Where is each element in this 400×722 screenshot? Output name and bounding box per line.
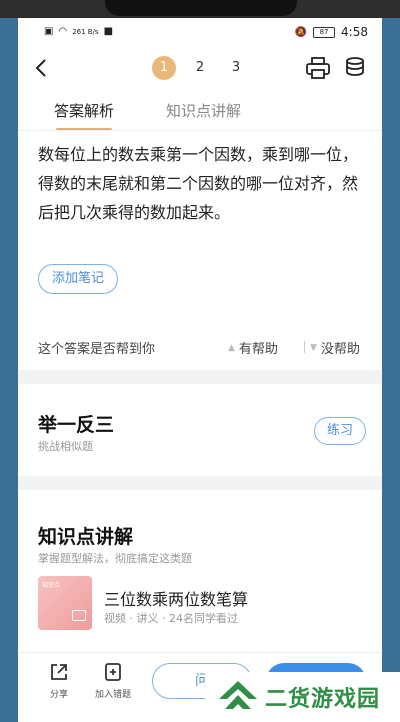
helpful-no-label: 没帮助 [320,342,360,357]
back-button[interactable] [30,54,54,82]
sim-icon: ▣ [44,26,54,37]
status-bar: ▣ ◠ 261 B/s ■ 🔕 87 4:58 [18,18,382,44]
video-title: 三位数乘两位数笔算 [104,590,249,609]
helpful-feedback-row: 这个答案是否帮到你 ▲ 有帮助 ▼ 没帮助 [38,338,368,358]
knowledge-section-subtitle: 掌握题型解法，彻底搞定这类题 [38,552,192,565]
knowledge-video-card[interactable]: 知识点 三位数乘两位数笔算 视频 · 讲义 · 24名同学看过 [38,576,368,632]
top-nav: 1 2 3 [18,48,382,88]
tab-knowledge-points[interactable]: 知识点讲解 [166,100,241,121]
share-button[interactable]: 分享 [34,661,84,700]
print-button[interactable] [305,56,331,80]
battery-icon: 87 [313,26,336,38]
network-speed: 261 B/s [72,27,99,36]
practice-section-subtitle: 挑战相似题 [38,440,93,453]
helpful-no-button[interactable]: ▼ 没帮助 [310,338,360,357]
notification-icon: ■ [103,26,114,37]
helpful-question: 这个答案是否帮到你 [38,342,156,357]
mute-icon: 🔕 [294,26,308,38]
tab-divider [18,130,382,131]
watermark-text: 二货游戏园 [265,687,381,712]
watermark-logo-icon [219,681,257,709]
page-2-button[interactable]: 2 [188,56,212,80]
database-icon [346,57,364,76]
question-pager: 1 2 3 [152,56,248,80]
chevron-left-icon [35,59,46,77]
status-time: 4:58 [341,25,368,39]
thumbnail-label: 知识点 [42,582,61,589]
helpful-yes-button[interactable]: ▲ 有帮助 [228,338,278,357]
site-watermark: 二货游戏园 [205,672,400,722]
video-play-icon [72,610,86,621]
phone-notch [105,0,297,16]
clipboard-plus-icon [105,663,121,681]
app-screen: ▣ ◠ 261 B/s ■ 🔕 87 4:58 1 2 3 答案解析 知识点讲解… [18,18,382,722]
wifi-icon: ◠ [58,26,68,37]
video-thumbnail: 知识点 [38,576,92,630]
add-mistake-label: 加入错题 [94,690,131,700]
feedback-divider [304,341,305,353]
share-label: 分享 [49,690,68,700]
practice-section-title: 举一反三 [38,414,115,436]
section-gap [18,370,382,384]
page-1-button[interactable]: 1 [152,56,176,80]
helpful-yes-label: 有帮助 [238,342,278,357]
answer-explanation-text: 数每位上的数去乘第一个因数，乘到哪一位，得数的末尾就和第二个因数的哪一位对齐，然… [38,145,359,222]
tab-answer-analysis[interactable]: 答案解析 [54,100,114,121]
video-meta: 视频 · 讲义 · 24名同学看过 [104,612,238,625]
share-icon [51,664,67,680]
section-gap [18,476,382,490]
content-tabs: 答案解析 知识点讲解 [18,96,382,132]
page-3-button[interactable]: 3 [224,56,248,80]
triangle-down-icon: ▼ [310,342,317,353]
collection-button[interactable] [343,56,367,80]
triangle-up-icon: ▲ [228,342,235,353]
knowledge-section-title: 知识点讲解 [38,526,134,548]
printer-icon [306,57,330,79]
add-note-button[interactable]: 添加笔记 [38,264,118,294]
phone-bezel [0,0,400,18]
practice-button[interactable]: 练习 [314,417,366,445]
add-mistake-button[interactable]: 加入错题 [88,661,138,700]
